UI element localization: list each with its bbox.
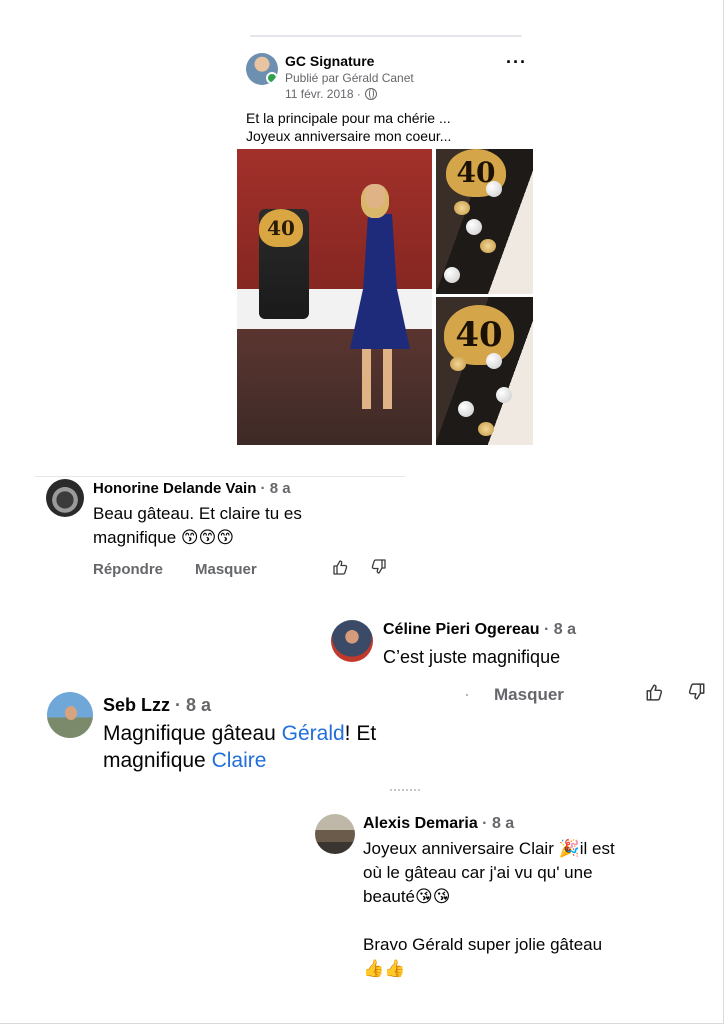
pearl-decoration	[466, 219, 482, 235]
pearl-decoration	[458, 401, 474, 417]
dislike-thumb-icon[interactable]	[371, 559, 387, 575]
pearl-decoration	[486, 353, 502, 369]
pearl-decoration	[486, 181, 502, 197]
rose-decoration	[478, 422, 494, 436]
post-text-line: Joyeux anniversaire mon coeur...	[246, 128, 452, 144]
avatar[interactable]	[331, 620, 373, 662]
comment-line: où le gâteau car j'ai vu qu' une	[363, 863, 593, 882]
post-text-line: Et la principale pour ma chérie ...	[246, 110, 451, 126]
rose-decoration	[454, 201, 470, 215]
comment-text-part: Magnifique gâteau	[103, 722, 282, 745]
rose-decoration	[450, 357, 466, 371]
post-photo-main[interactable]: 40	[237, 149, 432, 445]
comment-text: Joyeux anniversaire Clair 🎉il est où le …	[363, 837, 673, 981]
comment-spacer	[363, 909, 673, 933]
comment-author: Honorine Delande Vain · 8 a	[93, 480, 291, 497]
comment-text: Beau gâteau. Et claire tu es magnifique …	[93, 504, 302, 547]
pearl-decoration	[496, 387, 512, 403]
comment-author: Seb Lzz · 8 a	[103, 695, 211, 716]
rose-decoration	[480, 239, 496, 253]
comment-age[interactable]: · 8 a	[256, 480, 291, 497]
mention-link[interactable]: Claire	[212, 749, 267, 772]
post-byline: Publié par Gérald Canet	[285, 71, 414, 85]
comment-author-name[interactable]: Seb Lzz	[103, 695, 170, 715]
like-thumb-icon[interactable]	[645, 683, 663, 701]
comment-age[interactable]: · 8 a	[478, 815, 514, 832]
comment-line: Bravo Gérald super jolie gâteau	[363, 935, 603, 954]
comments-divider	[35, 476, 405, 477]
comment-author-name[interactable]: Céline Pieri Ogereau	[383, 621, 540, 638]
comment-text: Magnifique gâteau Gérald! Et magnifique …	[103, 720, 443, 774]
cake-topper-40: 40	[259, 209, 303, 247]
hide-button[interactable]: Masquer	[494, 685, 564, 705]
separator-dots	[390, 789, 420, 793]
comment-author: Alexis Demaria · 8 a	[363, 815, 514, 833]
comment-author-name[interactable]: Honorine Delande Vain	[93, 480, 256, 497]
post-date-text: 11 févr. 2018 ·	[285, 87, 361, 101]
mention-link[interactable]: Gérald	[282, 722, 345, 745]
photo-person-head	[361, 184, 389, 218]
comment-line: Joyeux anniversaire Clair 🎉il est	[363, 839, 615, 858]
comment-line: 👍👍	[363, 959, 406, 978]
cake-topper-40: 40	[444, 305, 514, 365]
avatar[interactable]	[47, 692, 93, 738]
post-photo-bottom-right[interactable]: 40	[436, 297, 533, 445]
globe-icon	[364, 88, 377, 100]
comment-age[interactable]: · 8 a	[540, 621, 576, 638]
comment-text: C’est juste magnifique	[383, 647, 561, 667]
page-avatar[interactable]	[246, 53, 278, 85]
photo-person-legs	[362, 349, 392, 409]
hide-button[interactable]: Masquer	[195, 561, 257, 578]
post-page-name[interactable]: GC Signature	[285, 53, 374, 69]
post-text: Et la principale pour ma chérie ... Joye…	[246, 109, 536, 145]
comment-line: beauté😘😘	[363, 887, 451, 906]
online-status-icon	[266, 72, 278, 84]
more-options-icon[interactable]: ···	[506, 52, 527, 73]
comment-author-name[interactable]: Alexis Demaria	[363, 815, 478, 832]
separator-dot	[466, 694, 468, 696]
post-timestamp[interactable]: 11 févr. 2018 ·	[285, 87, 377, 101]
like-thumb-icon[interactable]	[332, 559, 348, 575]
reply-button[interactable]: Répondre	[93, 561, 163, 578]
top-divider	[250, 35, 522, 37]
avatar[interactable]	[46, 479, 84, 517]
post-photo-top-right[interactable]: 40	[436, 149, 533, 294]
avatar[interactable]	[315, 814, 355, 854]
dislike-thumb-icon[interactable]	[688, 683, 706, 701]
comment-author: Céline Pieri Ogereau · 8 a	[383, 621, 576, 639]
pearl-decoration	[444, 267, 460, 283]
comment-age[interactable]: · 8 a	[170, 695, 211, 715]
